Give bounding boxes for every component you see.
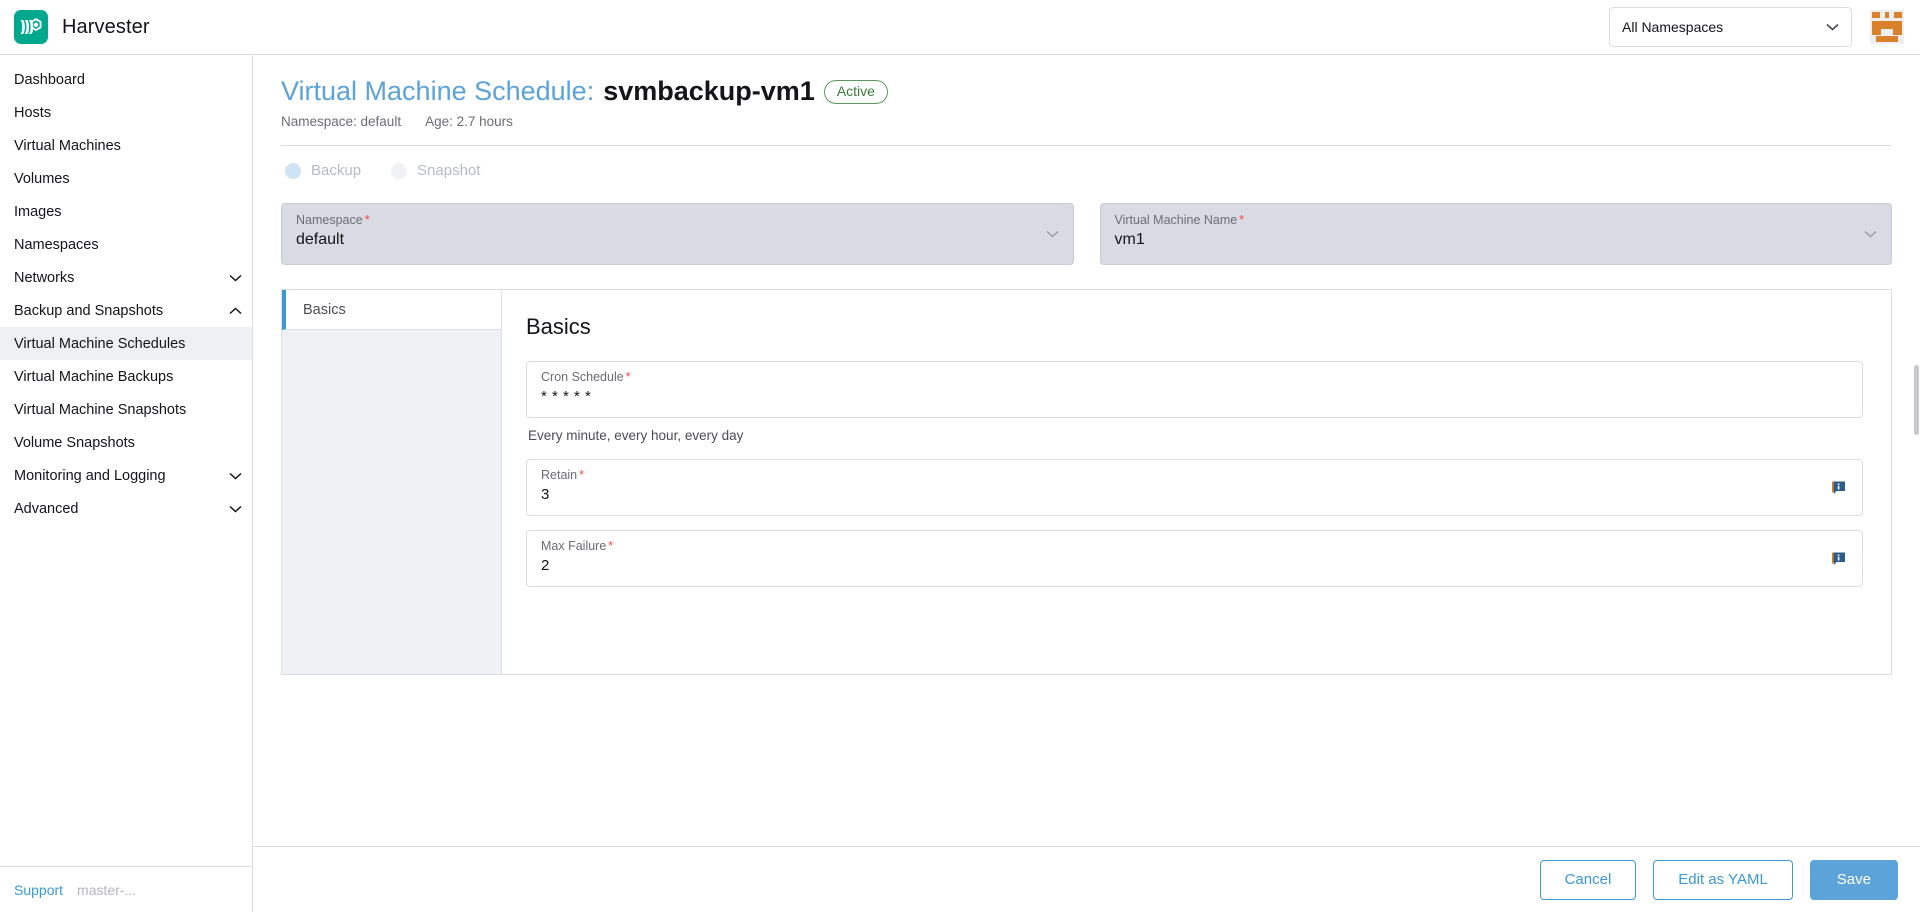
sidebar-item-virtual-machine-snapshots[interactable]: Virtual Machine Snapshots <box>0 393 252 426</box>
sidebar-item-label: Hosts <box>14 105 51 121</box>
harvester-app: Harvester All Namespaces <box>0 0 1920 912</box>
action-footer: Cancel Edit as YAML Save <box>253 846 1920 912</box>
chevron-down-icon <box>229 274 242 282</box>
user-avatar-icon[interactable] <box>1870 10 1904 44</box>
sidebar-item-label: Backup and Snapshots <box>14 303 163 319</box>
namespace-select-value: default <box>296 231 1059 249</box>
max-failure-input[interactable]: Max Failure* 2 <box>526 530 1863 587</box>
tab-basics[interactable]: Basics <box>282 290 501 330</box>
sidebar-item-volumes[interactable]: Volumes <box>0 162 252 195</box>
info-tooltip-icon[interactable] <box>1831 551 1846 566</box>
sidebar-item-virtual-machine-backups[interactable]: Virtual Machine Backups <box>0 360 252 393</box>
sidebar-item-label: Volumes <box>14 171 70 187</box>
main-scrollbar[interactable] <box>1913 55 1920 846</box>
radio-label: Backup <box>311 162 361 179</box>
chevron-down-icon <box>229 505 242 513</box>
namespace-meta: Namespace: default <box>281 114 401 129</box>
field-gap <box>526 516 1863 530</box>
sidebar-item-label: Volume Snapshots <box>14 435 135 451</box>
virtual-machine-name-value: vm1 <box>1115 231 1878 249</box>
config-tab-card: Basics Basics Cron Schedule* * * * * * E… <box>281 289 1892 675</box>
sidebar-item-images[interactable]: Images <box>0 195 252 228</box>
version-label: master-... <box>77 882 136 898</box>
page-title: Virtual Machine Schedule: svmbackup-vm1 … <box>281 75 1898 107</box>
retain-input[interactable]: Retain* 3 <box>526 459 1863 516</box>
app-body: Dashboard Hosts Virtual Machines Volumes… <box>0 55 1920 912</box>
page-title-prefix[interactable]: Virtual Machine Schedule: <box>281 75 594 107</box>
sidebar-group-monitoring-and-logging[interactable]: Monitoring and Logging <box>0 459 252 492</box>
sidebar-item-label: Virtual Machine Schedules <box>14 336 185 352</box>
retain-label: Retain* <box>541 468 1848 482</box>
sidebar-item-label: Networks <box>14 270 74 286</box>
page-meta: Namespace: default Age: 2.7 hours <box>281 114 1898 129</box>
brand-name: Harvester <box>62 16 150 39</box>
sidebar-item-dashboard[interactable]: Dashboard <box>0 63 252 96</box>
support-link[interactable]: Support <box>14 882 63 898</box>
sidebar-item-hosts[interactable]: Hosts <box>0 96 252 129</box>
cron-schedule-input[interactable]: Cron Schedule* * * * * * <box>526 361 1863 418</box>
virtual-machine-name-select[interactable]: Virtual Machine Name* vm1 <box>1100 203 1893 265</box>
page-header: Virtual Machine Schedule: svmbackup-vm1 … <box>275 55 1898 129</box>
tab-rail: Basics <box>282 290 502 674</box>
radio-option-backup[interactable]: Backup <box>285 162 361 179</box>
sidebar-footer: Support master-... <box>0 866 252 912</box>
main-scroll-area: Virtual Machine Schedule: svmbackup-vm1 … <box>253 55 1920 846</box>
sidebar-item-label: Images <box>14 204 62 220</box>
age-meta: Age: 2.7 hours <box>425 114 513 129</box>
page-title-name: svmbackup-vm1 <box>603 75 815 107</box>
save-button[interactable]: Save <box>1810 860 1898 900</box>
cron-schedule-label: Cron Schedule* <box>541 370 1848 384</box>
sidebar-group-backup-and-snapshots[interactable]: Backup and Snapshots <box>0 294 252 327</box>
radio-option-snapshot[interactable]: Snapshot <box>391 162 480 179</box>
brand[interactable]: Harvester <box>0 10 150 44</box>
cancel-button[interactable]: Cancel <box>1540 860 1637 900</box>
chevron-down-icon <box>1046 225 1059 243</box>
sidebar: Dashboard Hosts Virtual Machines Volumes… <box>0 55 253 912</box>
sidebar-item-label: Virtual Machine Backups <box>14 369 173 385</box>
top-bar-right: All Namespaces <box>1609 7 1920 47</box>
status-badge: Active <box>824 80 888 104</box>
sidebar-item-label: Virtual Machines <box>14 138 121 154</box>
selects-row: Namespace* default Virtual Machine Name*… <box>275 179 1898 265</box>
cron-schedule-value: * * * * * <box>541 388 1848 405</box>
chevron-down-icon <box>1864 225 1877 243</box>
sidebar-item-label: Advanced <box>14 501 79 517</box>
retain-value: 3 <box>541 486 1848 503</box>
radio-dot-icon <box>391 163 407 179</box>
max-failure-label: Max Failure* <box>541 539 1848 553</box>
top-bar: Harvester All Namespaces <box>0 0 1920 55</box>
tab-label: Basics <box>303 302 346 318</box>
main-scrollbar-thumb[interactable] <box>1914 365 1919 435</box>
max-failure-value: 2 <box>541 557 1848 574</box>
namespace-selector[interactable]: All Namespaces <box>1609 7 1852 47</box>
sidebar-item-label: Monitoring and Logging <box>14 468 166 484</box>
harvester-logo-icon <box>14 10 48 44</box>
sidebar-group-networks[interactable]: Networks <box>0 261 252 294</box>
sidebar-item-virtual-machines[interactable]: Virtual Machines <box>0 129 252 162</box>
sidebar-group-advanced[interactable]: Advanced <box>0 492 252 525</box>
info-tooltip-icon[interactable] <box>1831 480 1846 495</box>
sidebar-item-label: Virtual Machine Snapshots <box>14 402 186 418</box>
sidebar-item-volume-snapshots[interactable]: Volume Snapshots <box>0 426 252 459</box>
namespace-select[interactable]: Namespace* default <box>281 203 1074 265</box>
sidebar-item-namespaces[interactable]: Namespaces <box>0 228 252 261</box>
panel-heading: Basics <box>526 314 1863 340</box>
virtual-machine-name-label: Virtual Machine Name* <box>1115 213 1878 227</box>
sidebar-item-label: Namespaces <box>14 237 99 253</box>
sidebar-item-label: Dashboard <box>14 72 85 88</box>
radio-label: Snapshot <box>417 162 480 179</box>
main-content: Virtual Machine Schedule: svmbackup-vm1 … <box>253 55 1920 912</box>
chevron-down-icon <box>229 472 242 480</box>
tab-panel-basics: Basics Cron Schedule* * * * * * Every mi… <box>502 290 1891 674</box>
sidebar-item-virtual-machine-schedules[interactable]: Virtual Machine Schedules <box>0 327 252 360</box>
chevron-up-icon <box>229 307 242 315</box>
namespace-select-label: Namespace* <box>296 213 1059 227</box>
schedule-type-radio-group: Backup Snapshot <box>275 146 1898 179</box>
cron-schedule-help: Every minute, every hour, every day <box>528 428 1863 443</box>
chevron-down-icon <box>1826 20 1839 34</box>
radio-dot-icon <box>285 163 301 179</box>
edit-as-yaml-button[interactable]: Edit as YAML <box>1653 860 1793 900</box>
sidebar-spacer <box>0 525 252 866</box>
namespace-selector-value: All Namespaces <box>1622 19 1723 35</box>
